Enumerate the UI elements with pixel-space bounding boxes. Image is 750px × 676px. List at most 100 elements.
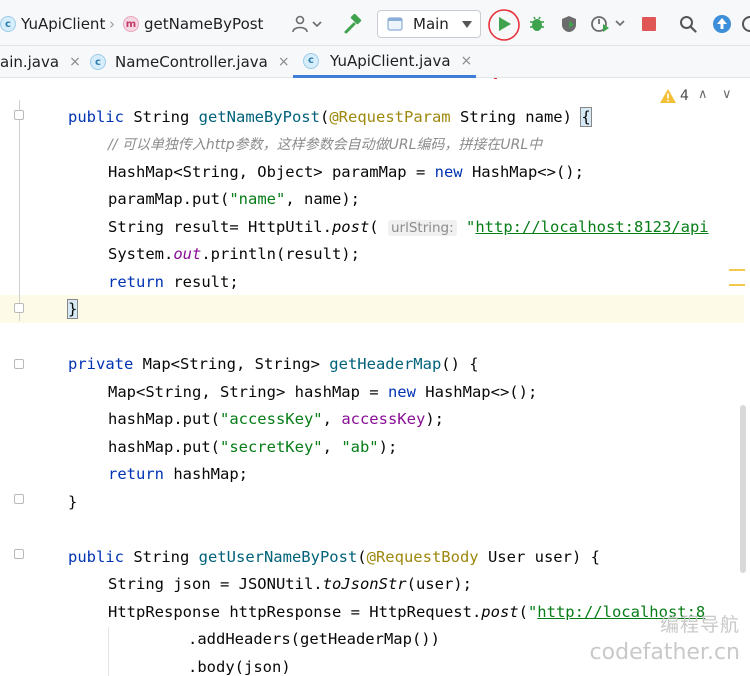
code-token: } [68, 493, 78, 511]
fold-icon[interactable] [14, 110, 24, 120]
code-url-link[interactable]: http://localhost:8123/api [475, 218, 708, 236]
code-token: HashMap<>(); [425, 383, 538, 401]
close-icon[interactable]: × [278, 54, 290, 70]
fold-icon[interactable] [14, 359, 24, 369]
tab-name-controller[interactable]: c NameController.java × [90, 46, 290, 78]
code-token: System. [108, 245, 174, 263]
code-line[interactable]: String json = JSONUtil.toJsonStr(user); [108, 570, 472, 598]
code-token: .body(json) [188, 658, 291, 676]
gutter-fold-line [19, 100, 20, 321]
code-token: accessKey [341, 410, 426, 428]
code-line[interactable]: private Map<String, String> getHeaderMap… [68, 350, 479, 378]
code-token: return [108, 465, 174, 483]
code-token: HashMap<String, Object> paramMap = [108, 163, 435, 181]
code-token: String name) [459, 108, 582, 126]
code-token: " [456, 218, 476, 236]
code-line[interactable]: // 可以单独传入http参数，这样参数会自动做URL编码，拼接在URL中 [108, 130, 542, 158]
close-icon[interactable]: × [461, 53, 473, 69]
code-line[interactable]: return hashMap; [108, 460, 248, 488]
code-token: , [322, 438, 342, 456]
code-token: String [133, 108, 199, 126]
code-token: "ab" [341, 438, 379, 456]
code-line[interactable]: String result= HttpUtil.post( urlString:… [108, 213, 709, 241]
vertical-scrollbar[interactable] [740, 405, 746, 573]
code-token: @RequestBody [366, 548, 488, 566]
annotation-circle [488, 9, 520, 41]
code-token: new [387, 383, 426, 401]
code-line[interactable]: paramMap.put("name", name); [108, 185, 360, 213]
code-token: public [68, 108, 134, 126]
code-token: hashMap; [173, 465, 248, 483]
tab-main-java[interactable]: ain.java × [0, 46, 81, 78]
code-token: ( [319, 108, 330, 126]
warnings-indicator[interactable]: 4 [660, 88, 689, 104]
code-line[interactable]: HashMap<String, Object> paramMap = new H… [108, 158, 584, 186]
scroll-warning-marker[interactable] [729, 269, 745, 271]
code-line[interactable]: public String getUserNameByPost(@Request… [68, 543, 600, 571]
code-token: return [108, 273, 174, 291]
code-token: " [527, 603, 538, 621]
code-line[interactable]: System.out.println(result); [108, 240, 360, 268]
fold-icon[interactable] [14, 494, 24, 504]
code-token: Map<String, String> hashMap = [108, 383, 388, 401]
code-token: ( [357, 548, 367, 566]
code-token: .println(result); [201, 245, 360, 263]
code-line[interactable]: .addHeaders(getHeaderMap()) [188, 625, 440, 653]
code-token: () { [441, 355, 479, 373]
close-icon[interactable]: × [69, 54, 81, 70]
code-token: out [173, 245, 202, 263]
code-token: ); [425, 410, 444, 428]
class-icon: c [303, 52, 319, 69]
code-token: post [481, 603, 519, 621]
code-token: HttpResponse httpResponse = HttpRequest. [108, 603, 482, 621]
tab-label: YuApiClient.java [330, 51, 451, 70]
code-token: Map<String, String> [142, 355, 330, 373]
code-line[interactable]: } [68, 488, 77, 516]
indent-guide [108, 627, 109, 676]
code-line[interactable]: } [66, 295, 79, 323]
warning-icon [660, 89, 676, 103]
code-line[interactable]: hashMap.put("accessKey", accessKey); [108, 405, 444, 433]
code-token: String [133, 548, 199, 566]
code-token: getNameByPost [198, 108, 320, 126]
code-line[interactable]: hashMap.put("secretKey", "ab"); [108, 433, 397, 461]
code-token: "accessKey" [219, 410, 323, 428]
code-token: "secretKey" [219, 438, 323, 456]
parameter-hint: urlString: [387, 220, 457, 236]
code-token: String json = JSONUtil. [108, 575, 323, 593]
code-token: private [68, 355, 143, 373]
code-token: ( [518, 603, 528, 621]
code-token: toJsonStr [322, 575, 407, 593]
code-token: .addHeaders(getHeaderMap()) [188, 630, 440, 648]
code-line[interactable]: .body(json) [188, 653, 291, 676]
tab-yuapi-client[interactable]: c YuApiClient.java × [293, 46, 477, 78]
current-line-highlight [0, 295, 744, 323]
code-token: , name); [285, 190, 360, 208]
code-line[interactable]: public String getNameByPost(@RequestPara… [68, 103, 592, 131]
code-line[interactable]: Map<String, String> hashMap = new HashMa… [108, 378, 537, 406]
next-highlight-icon[interactable]: ∨ [722, 87, 732, 102]
code-token: result; [173, 273, 239, 291]
tab-label: ain.java [0, 53, 60, 71]
code-editor[interactable]: 4 ∧ ∨ public String getNameByPost(@Reque… [0, 79, 750, 676]
text-caret [77, 299, 79, 317]
code-token: hashMap.put( [108, 438, 220, 456]
code-token: User user) { [487, 548, 600, 566]
code-comment: // 可以单独传入http参数，这样参数会自动做URL编码，拼接在URL中 [108, 137, 543, 153]
code-token: public [68, 548, 134, 566]
code-token: String result= HttpUtil. [108, 218, 332, 236]
warnings-count: 4 [680, 88, 689, 104]
code-token: getHeaderMap [329, 355, 442, 373]
code-token: ); [378, 438, 398, 456]
fold-icon[interactable] [14, 549, 24, 559]
code-token: getUserNameByPost [198, 548, 358, 566]
scroll-warning-marker[interactable] [729, 284, 745, 286]
class-icon: c [90, 54, 106, 70]
fold-icon[interactable] [14, 303, 24, 313]
code-token: hashMap.put( [108, 410, 220, 428]
code-token: (user); [406, 575, 472, 593]
previous-highlight-icon[interactable]: ∧ [698, 87, 708, 102]
code-token: "name" [229, 190, 286, 208]
tab-label: NameController.java [115, 53, 268, 71]
code-line[interactable]: return result; [108, 268, 239, 296]
